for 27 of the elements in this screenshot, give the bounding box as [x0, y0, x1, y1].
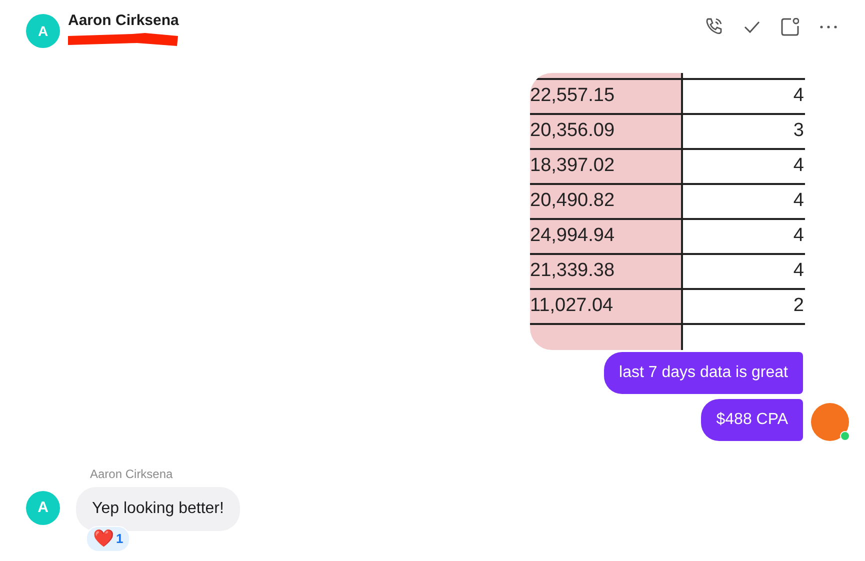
- table-cell-text: 20,356.09: [530, 119, 616, 144]
- table-cell-text: 2: [792, 294, 805, 318]
- sender-name: Aaron Cirksena: [90, 466, 174, 483]
- reaction[interactable]: ❤1: [86, 526, 130, 552]
- table-cell-text: 24,994.94: [530, 224, 616, 248]
- more-icon: [820, 25, 836, 29]
- table-cell-text: 4: [792, 224, 805, 248]
- table-cell-text: 4: [792, 259, 805, 284]
- table-cell-text: 4: [792, 189, 805, 214]
- message-bubble: $488 CPA: [701, 399, 803, 441]
- table-cell-text: 4: [792, 154, 805, 178]
- reaction-count: 1: [116, 530, 124, 548]
- heart-icon: ❤: [93, 530, 114, 548]
- window-icon: [781, 18, 799, 36]
- table-cell-text: 4: [792, 84, 805, 108]
- table-cell-text: 20,490.82: [530, 189, 616, 214]
- table-cell-text: 21,339.38: [530, 259, 616, 284]
- message-bubble: last 7 days data is great: [604, 352, 803, 394]
- contact-name: Aaron Cirksena: [68, 11, 179, 31]
- avatar: A: [26, 14, 60, 48]
- message-bubble: Yep looking better!: [76, 487, 240, 531]
- avatar: A: [26, 491, 60, 525]
- table-cell-text: 18,397.02: [530, 154, 616, 178]
- table-cell-text: 11,027.04: [530, 294, 614, 318]
- phone-icon: [705, 18, 723, 36]
- table-cell-text: 22,557.15: [530, 84, 616, 108]
- table-cell-text: 3: [792, 119, 805, 144]
